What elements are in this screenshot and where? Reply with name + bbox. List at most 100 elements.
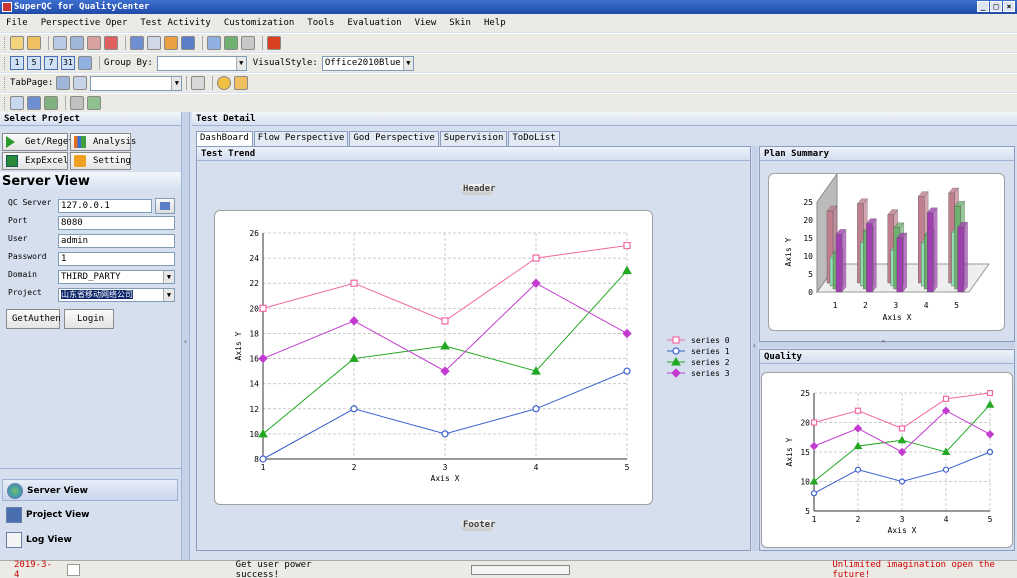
data-point (350, 405, 358, 413)
menu-bar: File Perspective Oper Test Activity Cust… (0, 14, 1017, 32)
collapse-right-icon[interactable]: ‹ (752, 341, 757, 350)
day-7-button[interactable]: 7 (44, 56, 58, 70)
menu-perspective-oper[interactable]: Perspective Oper (41, 18, 128, 28)
smiley-icon[interactable] (217, 76, 232, 90)
calendar-icon[interactable] (78, 56, 92, 70)
columns-icon[interactable] (191, 76, 206, 90)
y-tick-label: 0 (808, 288, 813, 297)
user-input[interactable]: admin (58, 234, 175, 248)
port-input[interactable]: 8080 (58, 216, 175, 230)
x-tick-label: 3 (443, 463, 448, 472)
tab-dashboard[interactable]: DashBoard (196, 131, 253, 146)
get-authen-label: GetAuthen (12, 314, 61, 324)
tab-supervision[interactable]: Supervision (439, 131, 508, 146)
tabpage-select[interactable]: ▼ (90, 75, 183, 91)
day-5-button[interactable]: 5 (27, 56, 41, 70)
select-project-header: Select Project (0, 112, 181, 126)
tools-icon[interactable] (70, 96, 84, 110)
layout-icon[interactable] (27, 96, 41, 110)
menu-test-activity[interactable]: Test Activity (140, 18, 210, 28)
calendar-dropdown-icon[interactable] (66, 563, 80, 576)
nav-project-view[interactable]: Project View (2, 504, 178, 526)
menu-skin[interactable]: Skin (449, 18, 471, 28)
day-31-button[interactable]: 31 (61, 56, 75, 70)
bar-side (963, 221, 968, 293)
bar-chart-icon (74, 136, 86, 148)
window-icon[interactable] (10, 96, 24, 110)
tabpage-tool-icon[interactable] (56, 76, 71, 90)
tab-todolist[interactable]: ToDoList (508, 131, 560, 146)
excel-icon[interactable] (224, 36, 238, 50)
toolbar-grip (4, 76, 7, 90)
menu-customization[interactable]: Customization (224, 18, 294, 28)
password-input[interactable]: 1 (58, 252, 175, 266)
y-tick-label: 8 (254, 455, 259, 464)
get-authen-button[interactable]: GetAuthen (6, 309, 61, 329)
visual-style-select[interactable]: Office2010Blue ▼ (321, 55, 414, 71)
list-icon[interactable] (147, 36, 161, 50)
menu-help[interactable]: Help (484, 18, 506, 28)
analysis-button[interactable]: Analysis (70, 133, 136, 151)
open-folder-icon[interactable] (27, 36, 41, 50)
horizontal-splitter[interactable]: ^ (759, 339, 1015, 348)
grid-icon[interactable] (70, 36, 84, 50)
project-select[interactable]: 山东省移动网络公司 ▼ (58, 288, 175, 302)
setting-button[interactable]: Setting (70, 152, 131, 170)
y-tick-label: 25 (800, 389, 810, 398)
minimize-button[interactable]: _ (977, 1, 989, 12)
test-trend-pane: Test Trend Header 8 10 12 14 16 18 20 22 24 26 1 2 3… (196, 146, 751, 551)
filter-icon[interactable] (130, 36, 144, 50)
trend-chart-box: 8 10 12 14 16 18 20 22 24 26 1 2 3 4 5 Axis X Axis Y (214, 210, 653, 505)
nav-log-view-label: Log View (26, 535, 72, 545)
network-icon[interactable] (87, 96, 101, 110)
maximize-button[interactable]: □ (990, 1, 1002, 12)
menu-evaluation[interactable]: Evaluation (347, 18, 401, 28)
domain-select[interactable]: THIRD_PARTY ▼ (58, 270, 175, 284)
data-point (897, 435, 907, 444)
test-trend-header: Test Trend (197, 147, 750, 161)
undo-icon[interactable] (104, 36, 118, 50)
title-bar: SuperQC for QualityCenter _ □ × (0, 0, 1017, 14)
tabpage-refresh-icon[interactable] (73, 76, 88, 90)
chevron-down-icon: ▼ (235, 56, 246, 70)
nav-log-view[interactable]: Log View (2, 529, 178, 551)
x-tick-label: 1 (812, 515, 817, 524)
day-1-button[interactable]: 1 (10, 56, 24, 70)
get-reget-button[interactable]: Get/Reget (2, 133, 74, 151)
bar-chart-icon[interactable] (164, 36, 178, 50)
vertical-splitter[interactable]: ‹ (181, 112, 190, 560)
sync-icon[interactable] (181, 36, 195, 50)
find-icon[interactable] (10, 36, 24, 50)
group-by-label: Group By: (104, 58, 153, 68)
right-splitter[interactable]: ‹ (752, 146, 758, 551)
print-icon[interactable] (241, 36, 255, 50)
collapse-left-icon[interactable]: ‹ (183, 337, 188, 346)
menu-view[interactable]: View (415, 18, 437, 28)
copy-icon[interactable] (53, 36, 67, 50)
project-value: 山东省移动网络公司 (61, 290, 133, 299)
tree-icon[interactable] (87, 36, 101, 50)
menu-tools[interactable]: Tools (307, 18, 334, 28)
menu-file[interactable]: File (6, 18, 28, 28)
x-tick-label: 1 (261, 463, 266, 472)
collapse-up-icon[interactable]: ^ (881, 339, 886, 348)
window-title: SuperQC for QualityCenter (14, 2, 150, 12)
close-button[interactable]: × (1003, 1, 1015, 12)
server-browse-button[interactable] (155, 198, 175, 214)
export-icon[interactable] (207, 36, 221, 50)
login-button[interactable]: Login (64, 309, 114, 329)
get-reget-label: Get/Reget (25, 137, 74, 147)
tab-god-perspective[interactable]: God Perspective (349, 131, 439, 146)
folder-icon[interactable] (234, 76, 249, 90)
tab-flow-perspective[interactable]: Flow Perspective (253, 131, 349, 146)
nav-server-view[interactable]: Server View (2, 479, 178, 501)
stop-icon[interactable] (267, 36, 281, 50)
data-point (441, 430, 449, 438)
exp-excel-button[interactable]: ExpExcel (2, 152, 68, 170)
users-icon[interactable] (44, 96, 58, 110)
chart-header-pill: Header (460, 184, 496, 195)
group-by-select[interactable]: ▼ (156, 55, 247, 71)
plan-summary-header: Plan Summary (760, 147, 1014, 161)
qc-server-input[interactable]: 127.0.0.1 (58, 199, 152, 213)
progress-bar (471, 564, 571, 575)
